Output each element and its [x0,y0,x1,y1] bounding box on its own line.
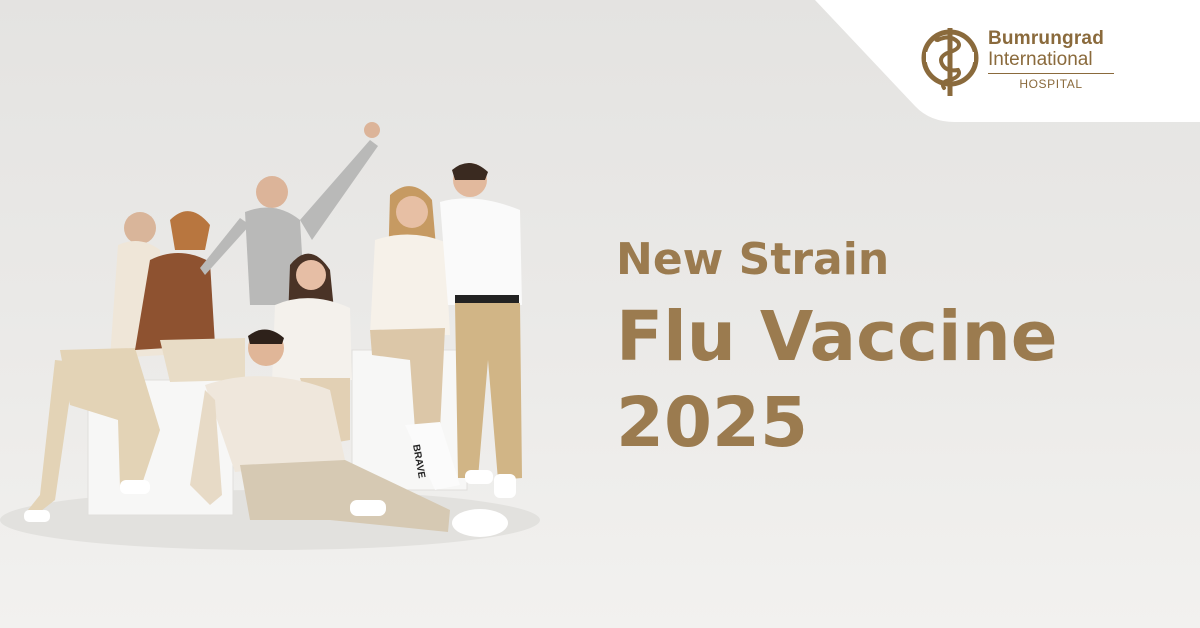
headline: New Strain Flu Vaccine 2025 [616,232,1058,466]
hospital-logo[interactable]: Bumrungrad International HOSPITAL [920,22,1120,102]
logo-name-line1: Bumrungrad [988,28,1104,49]
logo-name-line2: International [988,49,1093,70]
logo-name-line3: HOSPITAL [1019,77,1083,91]
caduceus-icon [921,28,979,96]
family-photo: BRAVE [0,122,540,550]
headline-line2: Flu Vaccine [616,297,1058,377]
headline-line3: 2025 [616,383,809,463]
logo-divider [988,73,1114,74]
headline-line1: New Strain [616,234,890,285]
logo-wordmark: Bumrungrad International HOSPITAL [988,28,1114,91]
